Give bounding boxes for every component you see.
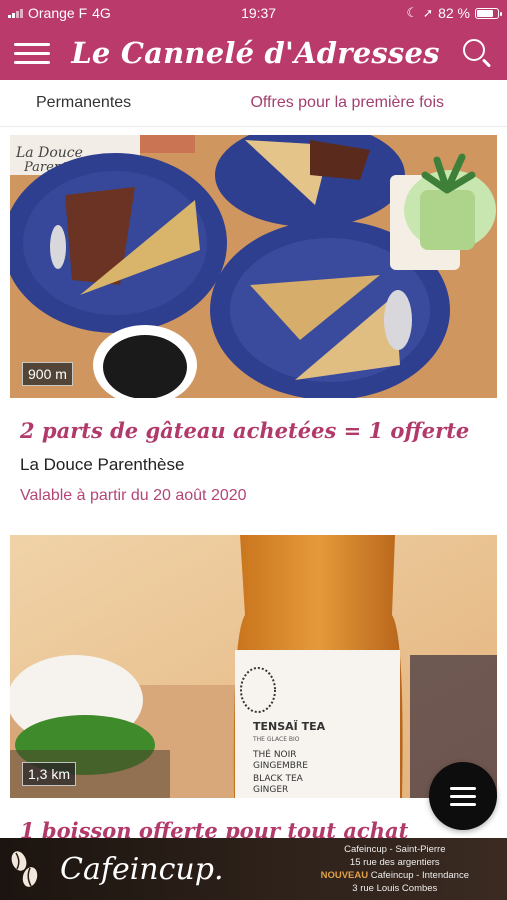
battery-percent: 82 %: [438, 5, 470, 21]
offer-title[interactable]: 2 parts de gâteau achetées = 1 offerte: [20, 418, 497, 443]
battery-icon: [474, 7, 502, 19]
search-icon[interactable]: [461, 37, 493, 69]
bottle-line2: GINGEMBRE: [253, 761, 308, 771]
ad-line: Cafeincup - Saint-Pierre: [344, 844, 446, 855]
bottle-sub-text: THE GLACE BIO: [252, 736, 300, 743]
cake-photo-illustration: La Douce Parenthèse: [10, 135, 497, 398]
offer-tabs: Permanentes Offres pour la première fois: [0, 80, 507, 127]
new-badge: NOUVEAU: [320, 870, 369, 881]
top-bar: Orange F 4G 19:37 ☾ ➚ 82 % Le Cannelé d'…: [0, 0, 507, 80]
distance-badge: 900 m: [22, 362, 73, 386]
bottle-brand-text: TENSAÏ TEA: [253, 719, 326, 733]
ad-line: NOUVEAU Cafeincup - Intendance: [321, 869, 469, 882]
offer-photo: TENSAÏ TEA THE GLACE BIO THÉ NOIR GINGEM…: [10, 535, 497, 798]
ad-logo: Cafeincup.: [60, 851, 224, 887]
ad-line: 15 rue des argentiers: [349, 857, 440, 868]
tab-permanentes[interactable]: Permanentes: [36, 94, 131, 112]
location-arrow-icon: ➚: [423, 6, 434, 20]
moon-icon: ☾: [406, 5, 418, 20]
signal-icon: [8, 8, 23, 18]
ad-line-text: Cafeincup - Intendance: [368, 870, 469, 881]
shop-name: La Douce Parenthèse: [20, 455, 185, 474]
offer-card[interactable]: La Douce Parenthèse: [10, 135, 497, 505]
network-type: 4G: [92, 5, 111, 21]
coffee-beans-icon: [0, 849, 50, 889]
status-bar: Orange F 4G 19:37 ☾ ➚ 82 %: [0, 0, 507, 26]
ad-banner[interactable]: Cafeincup. Cafeincup - Saint-Pierre 15 r…: [0, 838, 507, 900]
distance-badge: 1,3 km: [22, 762, 77, 786]
offer-photo: La Douce Parenthèse: [10, 135, 497, 398]
carrier-name: Orange F: [28, 5, 88, 21]
ad-line: 3 rue Louis Combes: [352, 883, 438, 894]
menu-icon[interactable]: [14, 42, 50, 64]
app-header: Le Cannelé d'Adresses: [0, 26, 507, 80]
bottle-line1: THÉ NOIR: [252, 748, 297, 760]
app-title: Le Cannelé d'Adresses: [71, 36, 440, 70]
ad-addresses: Cafeincup - Saint-Pierre 15 rue des arge…: [321, 843, 469, 895]
drink-photo-illustration: TENSAÏ TEA THE GLACE BIO THÉ NOIR GINGEM…: [10, 535, 497, 798]
bottle-line4: GINGER: [253, 785, 288, 795]
clock: 19:37: [241, 5, 277, 21]
offer-card[interactable]: TENSAÏ TEA THE GLACE BIO THÉ NOIR GINGEM…: [10, 535, 497, 843]
offer-validity: Valable à partir du 20 août 2020: [20, 487, 247, 504]
floating-menu-button[interactable]: [429, 762, 497, 830]
shop-sign-text: La Douce: [15, 145, 83, 161]
bottle-line3: BLACK TEA: [253, 774, 304, 784]
battery-level: [476, 9, 493, 17]
tab-first-time-offers[interactable]: Offres pour la première fois: [250, 94, 444, 112]
